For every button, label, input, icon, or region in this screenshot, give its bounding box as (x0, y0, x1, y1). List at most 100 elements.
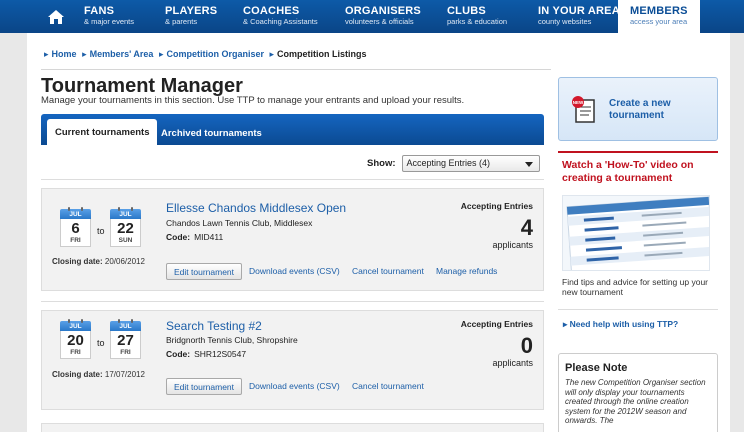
closing-date: Closing date: 17/07/2012 (52, 370, 145, 379)
nav-subtitle: access your area (630, 17, 688, 26)
nav-coaches[interactable]: COACHES & Coaching Assistants (243, 0, 318, 33)
download-events-link[interactable]: Download events (CSV) (249, 266, 340, 276)
tournament-code: Code: MID411 (166, 232, 223, 242)
end-date-calendar-icon: JUL 22 SUN (110, 207, 141, 247)
calendar-month: JUL (60, 207, 91, 219)
code-label: Code: (166, 232, 191, 242)
breadcrumb-home[interactable]: Home (52, 49, 77, 59)
help-ttp-link[interactable]: ▸ Need help with using TTP? (563, 319, 678, 330)
divider (558, 309, 718, 310)
cancel-tournament-link[interactable]: Cancel tournament (352, 266, 424, 276)
nav-title: COACHES (243, 5, 300, 17)
create-tournament-label: Create a new tournament (609, 98, 671, 121)
closing-date-value: 20/06/2012 (104, 257, 145, 266)
video-description: Find tips and advice for setting up your… (562, 277, 708, 297)
top-navigation: FANS & major events PLAYERS & parents CO… (0, 0, 744, 36)
applicants-label: applicants (492, 358, 533, 368)
home-icon (48, 9, 64, 24)
manage-refunds-link[interactable]: Manage refunds (436, 266, 497, 276)
svg-text:NEW: NEW (573, 100, 584, 105)
closing-date-value: 17/07/2012 (104, 370, 145, 379)
arrow-icon: ▸ (563, 319, 570, 329)
closing-date-label: Closing date: (52, 370, 103, 379)
breadcrumb-arrow-icon: ▸ (44, 49, 49, 59)
calendar-day: 6 (71, 220, 80, 237)
divider (41, 179, 544, 180)
tournament-card (41, 423, 544, 432)
nav-title: MEMBERS (630, 5, 688, 17)
nav-title: PLAYERS (165, 5, 218, 17)
code-value: SHR12S0547 (194, 349, 247, 359)
breadcrumb-arrow-icon: ▸ (158, 49, 164, 59)
applicants-label: applicants (492, 240, 533, 250)
calendar-month: JUL (60, 319, 91, 331)
tournament-name-link[interactable]: Ellesse Chandos Middlesex Open (166, 201, 346, 215)
breadcrumb-current: Competition Listings (277, 49, 367, 59)
edit-tournament-button[interactable]: Edit tournament (166, 263, 243, 280)
start-date-calendar-icon: JUL 20 FRI (60, 319, 91, 359)
nav-members[interactable]: MEMBERS access your area (618, 0, 700, 36)
create-tournament-button[interactable]: NEW Create a new tournament (558, 77, 718, 141)
video-preview-image (566, 196, 709, 270)
closing-date-label: Closing date: (52, 257, 103, 266)
nav-subtitle: volunteers & officials (345, 17, 414, 26)
divider (41, 301, 544, 302)
breadcrumb-members-area[interactable]: Members' Area (90, 49, 154, 59)
tournament-card: JUL 20 FRI to JUL 27 FRI Closing date: 17/… (41, 310, 544, 410)
calendar-weekday: SUN (118, 237, 133, 244)
note-text: The new Competition Organiser section wi… (565, 378, 706, 425)
nav-subtitle: parks & education (447, 17, 508, 26)
tournament-name-link[interactable]: Search Testing #2 (166, 319, 262, 333)
code-value: MID411 (194, 232, 224, 242)
applicant-count: 4 (520, 215, 533, 240)
nav-subtitle: & parents (165, 17, 198, 26)
calendar-month: JUL (110, 207, 141, 219)
status-filter-select[interactable]: Accepting Entries (4) (401, 155, 540, 172)
start-date-calendar-icon: JUL 6 FRI (60, 207, 91, 247)
nav-title: CLUBS (447, 5, 486, 17)
calendar-day: 20 (67, 332, 84, 349)
download-events-link[interactable]: Download events (CSV) (249, 381, 340, 391)
nav-subtitle: county websites (538, 17, 592, 26)
nav-fans[interactable]: FANS & major events (84, 0, 134, 33)
closing-date: Closing date: 20/06/2012 (52, 257, 145, 266)
edit-tournament-button[interactable]: Edit tournament (166, 378, 243, 395)
cancel-tournament-link[interactable]: Cancel tournament (352, 381, 424, 391)
calendar-weekday: FRI (70, 237, 81, 244)
new-document-icon: NEW (572, 96, 595, 123)
tab-bar: Current tournaments Archived tournaments (41, 114, 544, 145)
page-content: ▸ Home ▸ Members' Area ▸ Competition Organi… (27, 33, 730, 432)
nav-clubs[interactable]: CLUBS parks & education (447, 0, 507, 33)
tab-archived-tournaments[interactable]: Archived tournaments (153, 121, 270, 145)
breadcrumb-competition-organiser[interactable]: Competition Organiser (166, 49, 264, 59)
code-label: Code: (166, 349, 191, 359)
status-label: Accepting Entries (460, 319, 533, 329)
tab-current-tournaments[interactable]: Current tournaments (47, 119, 158, 145)
calendar-day: 27 (117, 332, 134, 349)
video-thumbnail[interactable] (562, 195, 710, 271)
breadcrumb: ▸ Home ▸ Members' Area ▸ Competition Organi… (41, 49, 367, 60)
date-range-separator: to (97, 338, 105, 348)
chevron-down-icon (524, 162, 533, 167)
nav-organisers[interactable]: ORGANISERS volunteers & officials (345, 0, 421, 33)
date-range-separator: to (97, 226, 105, 236)
nav-title: ORGANISERS (345, 5, 421, 17)
breadcrumb-arrow-icon: ▸ (269, 49, 275, 59)
nav-players[interactable]: PLAYERS & parents (165, 0, 217, 33)
divider (41, 69, 551, 70)
help-link-label: Need help with using TTP? (569, 319, 679, 329)
nav-in-your-area[interactable]: IN YOUR AREA county websites (538, 0, 620, 33)
calendar-day: 22 (117, 220, 134, 237)
select-value: Accepting Entries (4) (406, 158, 491, 168)
calendar-month: JUL (110, 319, 141, 331)
please-note-panel: Please Note The new Competition Organise… (558, 353, 718, 432)
calendar-weekday: FRI (70, 349, 81, 356)
video-title: Watch a 'How-To' video on creating a tou… (562, 159, 694, 184)
calendar-weekday: FRI (120, 349, 131, 356)
applicant-count: 0 (520, 333, 533, 358)
home-button[interactable] (36, 0, 76, 33)
tournament-card: JUL 6 FRI to JUL 22 SUN Closing date: 20/0… (41, 188, 544, 291)
status-label: Accepting Entries (460, 201, 533, 211)
filter-label: Show: (367, 158, 396, 169)
end-date-calendar-icon: JUL 27 FRI (110, 319, 141, 359)
